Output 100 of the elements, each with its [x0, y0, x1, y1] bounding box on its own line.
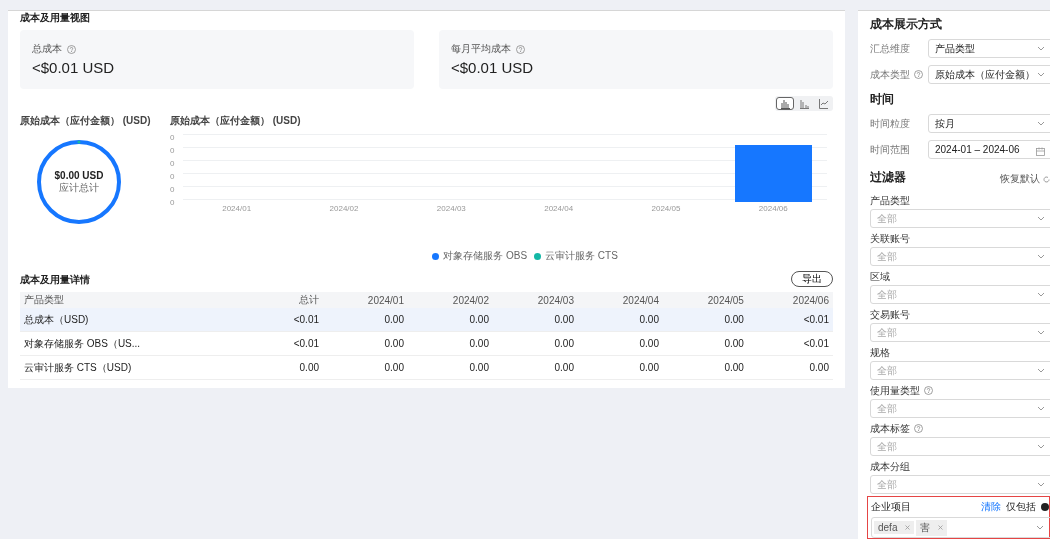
table-cell: 0.00: [577, 308, 663, 332]
table-cell: 0.00: [408, 355, 493, 380]
bar-chart-icon: [798, 98, 810, 109]
axis-label: 0: [170, 199, 176, 209]
axis-label: 2024/06: [758, 204, 788, 213]
date-range-field[interactable]: 2024-01 – 2024-06: [928, 140, 1050, 159]
column-header: 2024/05: [662, 292, 748, 308]
help-icon[interactable]: [914, 424, 923, 433]
field-label: 规格: [870, 345, 890, 360]
chevron-down-icon[interactable]: [1037, 46, 1045, 51]
stat-label: 每月平均成本: [451, 42, 511, 56]
legend-dot[interactable]: [534, 252, 542, 260]
select-field[interactable]: 全部: [870, 247, 1050, 266]
table-cell: 对象存储服务 OBS（US...: [20, 331, 259, 356]
select-field[interactable]: 全部: [870, 437, 1050, 456]
legend-label[interactable]: 云审计服务 CTS: [545, 249, 618, 263]
select-field[interactable]: 全部: [870, 361, 1050, 380]
table-cell: 0.00: [662, 355, 748, 380]
clear-link[interactable]: 清除: [981, 500, 1001, 514]
filter-mode-label: 仅包括: [1006, 500, 1036, 514]
table-row[interactable]: 云审计服务 CTS（USD) 0.00 0.00 0.00 0.00 0.00 0.00 0.00: [20, 355, 833, 380]
axis-label: 0: [170, 147, 176, 157]
bar-chart-icon: [779, 98, 791, 109]
calendar-icon[interactable]: [1036, 147, 1045, 156]
select-field[interactable]: 全部: [870, 475, 1050, 494]
axis-label: 2024/02: [329, 204, 359, 213]
chart-title: 原始成本（应付金额） (USD): [20, 114, 152, 128]
table-cell: 0.00: [323, 308, 408, 332]
field-label: 区域: [870, 269, 890, 284]
field-label: 关联账号: [870, 231, 910, 246]
help-icon[interactable]: [914, 70, 923, 79]
help-icon[interactable]: [67, 44, 76, 54]
chevron-down-icon[interactable]: [1037, 406, 1045, 411]
line-chart-icon: [817, 98, 829, 109]
table-cell: <0.01: [258, 308, 323, 332]
chevron-down-icon[interactable]: [1037, 216, 1045, 221]
chevron-down-icon[interactable]: [1036, 525, 1044, 530]
table-cell: 0.00: [408, 308, 493, 332]
field-label: 企业项目: [871, 500, 912, 514]
table-cell: 0.00: [323, 355, 408, 380]
field-label: 成本标签: [870, 421, 910, 436]
table-cell: 0.00: [662, 308, 748, 332]
multi-select-field[interactable]: defa 害: [871, 517, 1050, 538]
table-row[interactable]: 对象存储服务 OBS（US... <0.01 0.00 0.00 0.00 0.00 0.00 <0.01: [20, 331, 833, 356]
chevron-down-icon[interactable]: [1037, 444, 1045, 449]
axis-label: 0: [170, 134, 176, 144]
field-label: 交易账号: [870, 307, 910, 322]
circle-icon[interactable]: [1041, 503, 1049, 511]
table-row[interactable]: 总成本（USD) <0.01 0.00 0.00 0.00 0.00 0.00 <0.01: [20, 308, 833, 332]
table-cell: <0.01: [258, 331, 323, 356]
column-header: 2024/03: [493, 292, 578, 308]
axis-label: 0: [170, 160, 176, 170]
table-cell: 0.00: [577, 355, 663, 380]
close-icon[interactable]: [905, 525, 911, 530]
section-title: 时间: [870, 91, 895, 108]
select-field[interactable]: 全部: [870, 323, 1050, 342]
chevron-down-icon[interactable]: [1037, 482, 1045, 487]
section-title: 成本展示方式: [870, 16, 943, 33]
chevron-down-icon[interactable]: [1037, 368, 1045, 373]
field-label: 使用量类型: [870, 383, 920, 398]
table-cell: 0.00: [662, 331, 748, 356]
axis-label: 2024/03: [436, 204, 466, 213]
select-field[interactable]: 全部: [870, 285, 1050, 304]
column-header: 2024/04: [577, 292, 663, 308]
help-icon[interactable]: [516, 44, 525, 54]
table-cell: 云审计服务 CTS（USD): [20, 355, 259, 380]
axis-label: 0: [170, 186, 176, 196]
table-cell: 0.00: [258, 355, 323, 380]
chevron-down-icon[interactable]: [1037, 292, 1045, 297]
select-field[interactable]: 全部: [870, 399, 1050, 418]
chevron-down-icon[interactable]: [1037, 121, 1045, 126]
section-title: 成本及用量详情: [20, 272, 90, 286]
chevron-down-icon[interactable]: [1037, 72, 1045, 77]
help-icon[interactable]: [924, 386, 933, 395]
column-header: 2024/06: [747, 292, 833, 308]
column-header: 总计: [258, 292, 323, 308]
legend-label[interactable]: 对象存储服务 OBS: [443, 249, 528, 263]
export-button[interactable]: 导出: [791, 271, 833, 287]
select-field[interactable]: 产品类型: [928, 39, 1050, 58]
select-field[interactable]: 按月: [928, 114, 1050, 133]
axis-label: 2024/05: [651, 204, 681, 213]
table-cell: 总成本（USD): [20, 308, 259, 332]
table-cell: 0.00: [577, 331, 663, 356]
close-icon[interactable]: [938, 525, 944, 530]
chart-type-button[interactable]: [776, 97, 794, 110]
reset-button[interactable]: 恢复默认: [1000, 172, 1050, 186]
select-field[interactable]: 全部: [870, 209, 1050, 228]
field-label: 成本类型: [870, 67, 910, 82]
table-cell: 0.00: [493, 308, 578, 332]
stat-value: <$0.01 USD: [451, 59, 535, 76]
legend-dot[interactable]: [432, 252, 440, 260]
donut-total: $0.00 USD: [53, 170, 105, 181]
field-label: 时间粒度: [870, 116, 910, 131]
table-cell: 0.00: [493, 355, 578, 380]
chevron-down-icon[interactable]: [1037, 254, 1045, 259]
column-header: 产品类型: [20, 292, 259, 308]
field-label: 汇总维度: [870, 41, 910, 56]
chevron-down-icon[interactable]: [1037, 330, 1045, 335]
table-cell: <0.01: [747, 308, 833, 332]
select-field[interactable]: 原始成本（应付金额）: [928, 65, 1050, 84]
